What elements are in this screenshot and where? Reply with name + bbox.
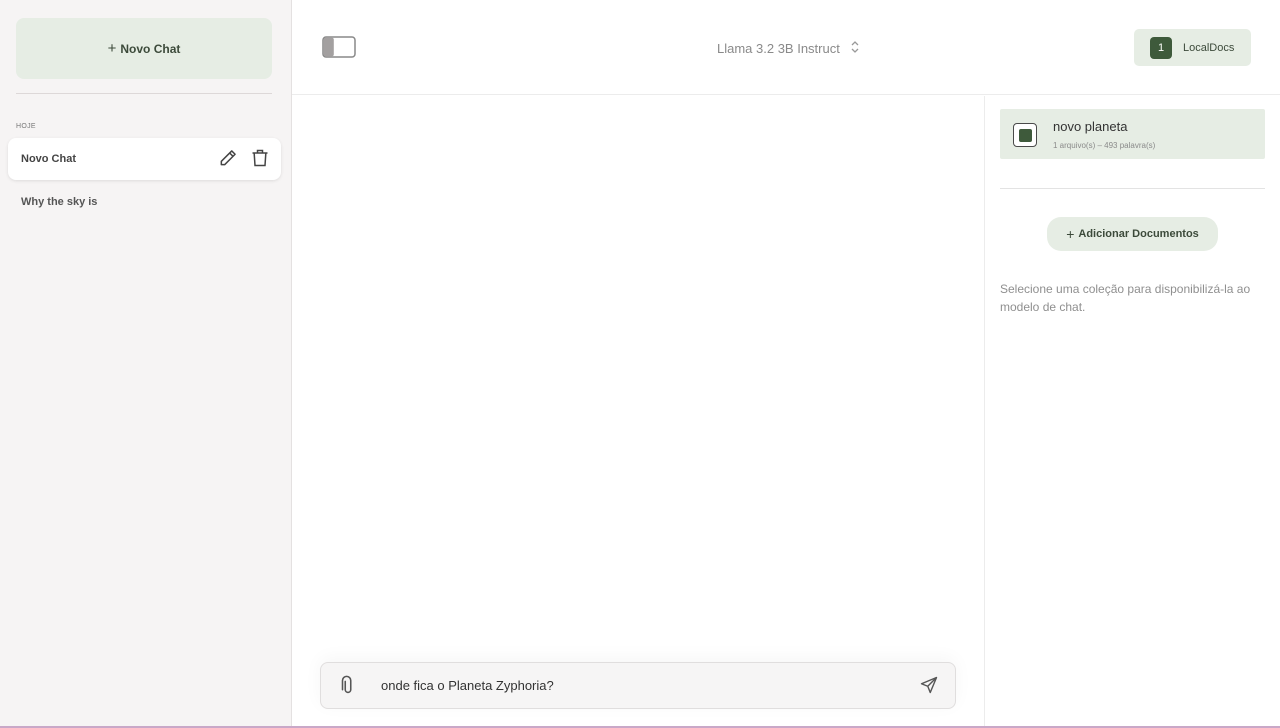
model-name: Llama 3.2 3B Instruct [717,41,840,56]
checkbox-fill [1018,128,1032,142]
localdocs-label: LocalDocs [1183,41,1235,54]
sidebar-toggle-icon[interactable] [322,36,356,58]
chevron-updown-icon [850,40,860,57]
message-input-bar [320,662,956,709]
sidebar: + Novo Chat HOJE Novo Chat Why the sky i… [0,0,292,728]
edit-icon[interactable] [217,147,239,169]
paperclip-icon[interactable] [337,675,359,697]
plus-icon: + [1066,226,1075,242]
header: Llama 3.2 3B Instruct 1 LocalDocs [292,0,1280,95]
chat-item-label: Novo Chat [21,153,76,165]
send-icon[interactable] [919,675,941,697]
collection-name: novo planeta [1053,119,1128,134]
collection-item[interactable]: novo planeta 1 arquivo(s) – 493 palavra(… [1000,109,1265,159]
localdocs-button[interactable]: 1 LocalDocs [1134,29,1251,66]
add-documents-button[interactable]: + Adicionar Documentos [1047,217,1218,251]
chat-item-active[interactable]: Novo Chat [8,138,281,180]
panel-hint-text: Selecione uma coleção para disponibilizá… [1000,282,1251,314]
collection-meta: 1 arquivo(s) – 493 palavra(s) [1053,141,1156,150]
chat-item[interactable]: Why the sky is [21,196,97,208]
message-input[interactable] [381,678,901,693]
plus-icon: + [107,40,117,57]
model-select[interactable]: Llama 3.2 3B Instruct [717,40,860,57]
section-label-today: HOJE [16,123,36,130]
localdocs-panel: novo planeta 1 arquivo(s) – 493 palavra(… [984,96,1280,728]
localdocs-count-badge: 1 [1150,36,1172,59]
sidebar-divider [16,93,272,94]
trash-icon[interactable] [249,147,271,169]
collection-checkbox[interactable] [1013,123,1037,147]
chat-area [292,96,985,728]
panel-divider [1000,188,1265,189]
new-chat-label: Novo Chat [120,41,181,56]
new-chat-button[interactable]: + Novo Chat [16,18,272,79]
add-documents-label: Adicionar Documentos [1078,228,1199,240]
